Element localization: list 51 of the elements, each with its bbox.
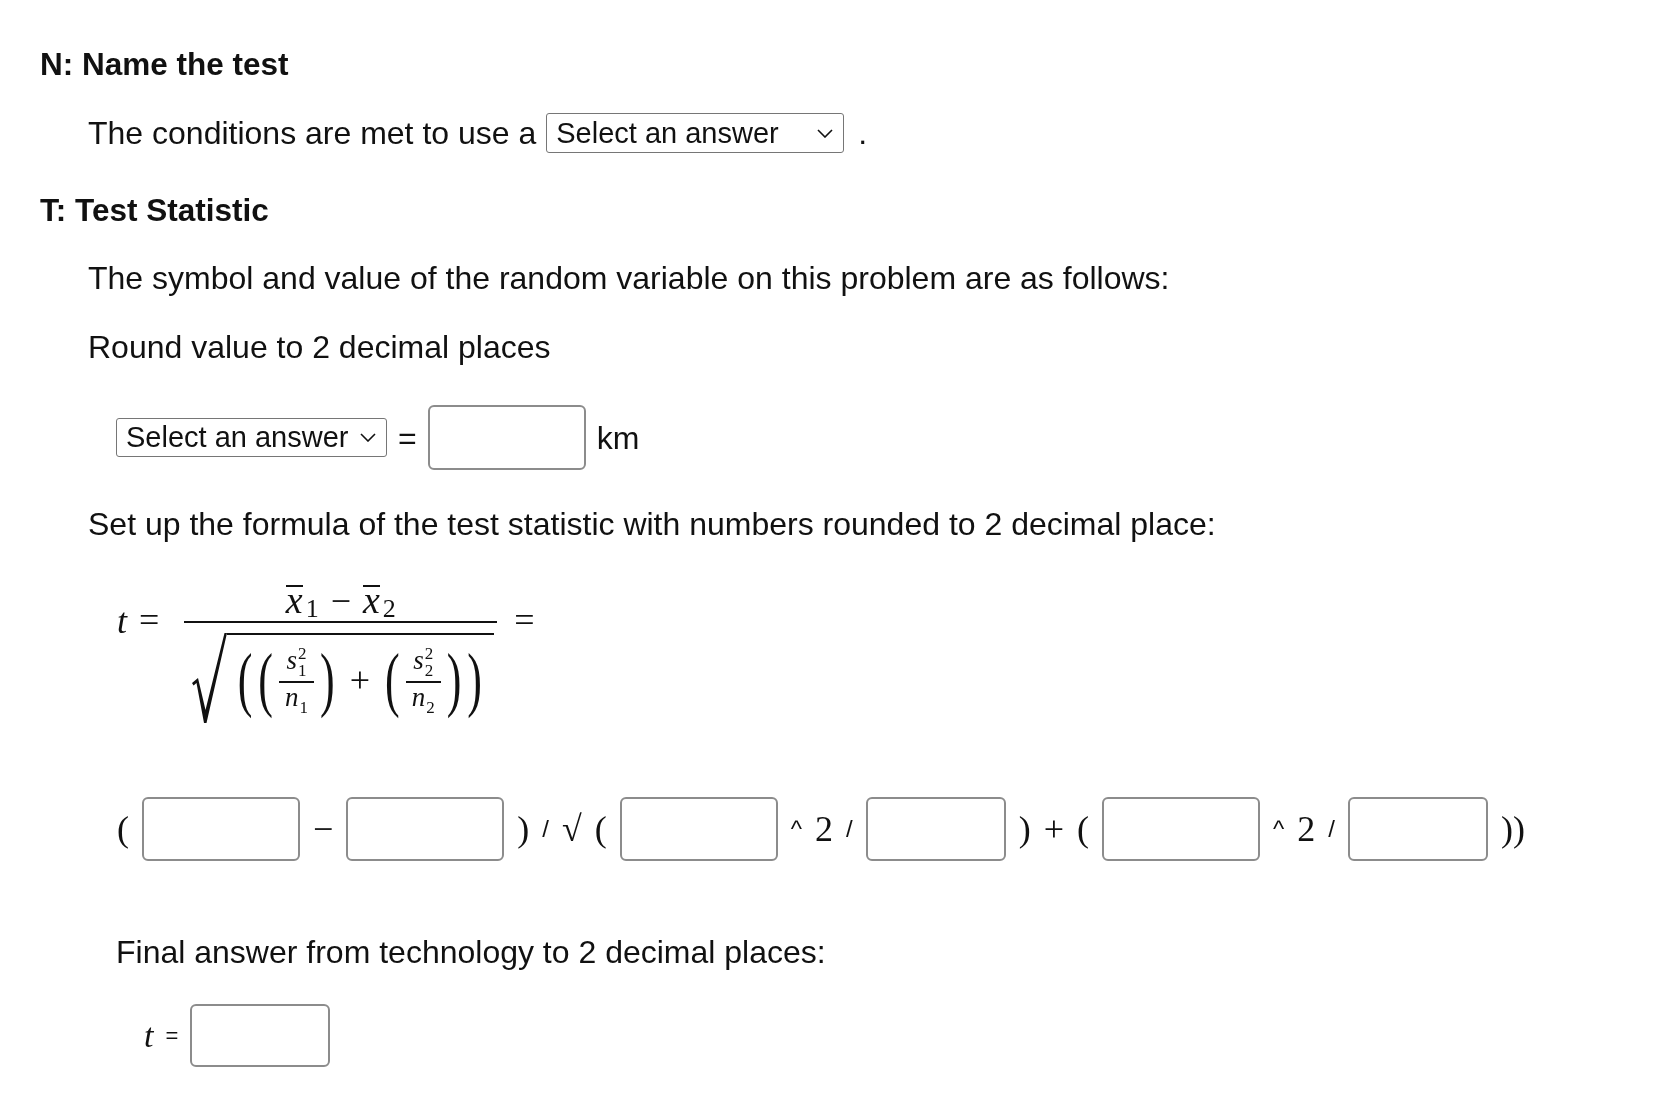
sentence-text: . (858, 115, 868, 151)
math-symbol: √ (562, 809, 582, 849)
operator-text: ^ (1273, 814, 1285, 844)
section-heading: N: Name the test (40, 46, 289, 82)
answer-dropdown[interactable]: Select an answer (116, 418, 387, 457)
instruction-text: The symbol and value of the random variable on this problem are as follows: (88, 260, 1170, 296)
answer-field[interactable] (619, 797, 778, 861)
operator-text: / (1328, 814, 1335, 844)
math-symbol: ( (117, 809, 129, 849)
answer-field[interactable] (1102, 797, 1260, 861)
math-symbol: ) (517, 809, 530, 849)
math-symbol: 2 (1297, 809, 1316, 849)
instruction-text: Final answer from technology to 2 decimal places: (116, 934, 826, 970)
math-symbol: ( (594, 809, 607, 849)
section-heading: T: Test Statistic (40, 192, 269, 228)
math-symbol: ) (320, 643, 335, 717)
math-symbol: ) (467, 643, 482, 717)
math-symbol: − (313, 809, 334, 849)
answer-field[interactable] (142, 797, 300, 861)
math-symbol: = (514, 600, 535, 640)
math-symbol: = (139, 600, 160, 640)
answer-field[interactable] (427, 405, 586, 470)
math-symbol: t (144, 1015, 154, 1056)
operator-text: / (542, 814, 549, 844)
label-text: = (165, 1021, 179, 1050)
math-symbol: ( (385, 643, 400, 717)
answer-field[interactable] (1347, 797, 1488, 861)
math-symbol: ( (237, 643, 253, 717)
math-symbol: ) (446, 643, 462, 717)
math-symbol: + (1043, 809, 1064, 849)
math-variable: t (117, 601, 127, 641)
label-text: = (398, 419, 417, 456)
answer-field[interactable] (190, 1004, 331, 1067)
math-symbol: ) (1018, 809, 1031, 849)
label-text: km (596, 419, 640, 456)
answer-field[interactable] (346, 797, 505, 861)
chevron-down-icon (360, 433, 376, 442)
math-symbol: + (349, 660, 370, 700)
math-symbol: − (330, 581, 351, 621)
math-symbol: )) (1500, 809, 1525, 849)
math-symbol: 2 (815, 809, 833, 849)
math-symbol: ( (258, 643, 273, 717)
chevron-down-icon (817, 128, 834, 138)
answer-field[interactable] (865, 797, 1006, 861)
sentence-text: The conditions are met to use a (88, 115, 537, 151)
instruction-text: Round value to 2 decimal places (88, 329, 551, 365)
operator-text: / (846, 814, 853, 844)
operator-text: ^ (790, 814, 802, 844)
instruction-text: Set up the formula of the test statistic with numbers rounded to 2 decimal place: (88, 506, 1216, 542)
math-symbol: ( (1077, 809, 1089, 849)
answer-dropdown[interactable]: Select an answer (546, 113, 845, 153)
